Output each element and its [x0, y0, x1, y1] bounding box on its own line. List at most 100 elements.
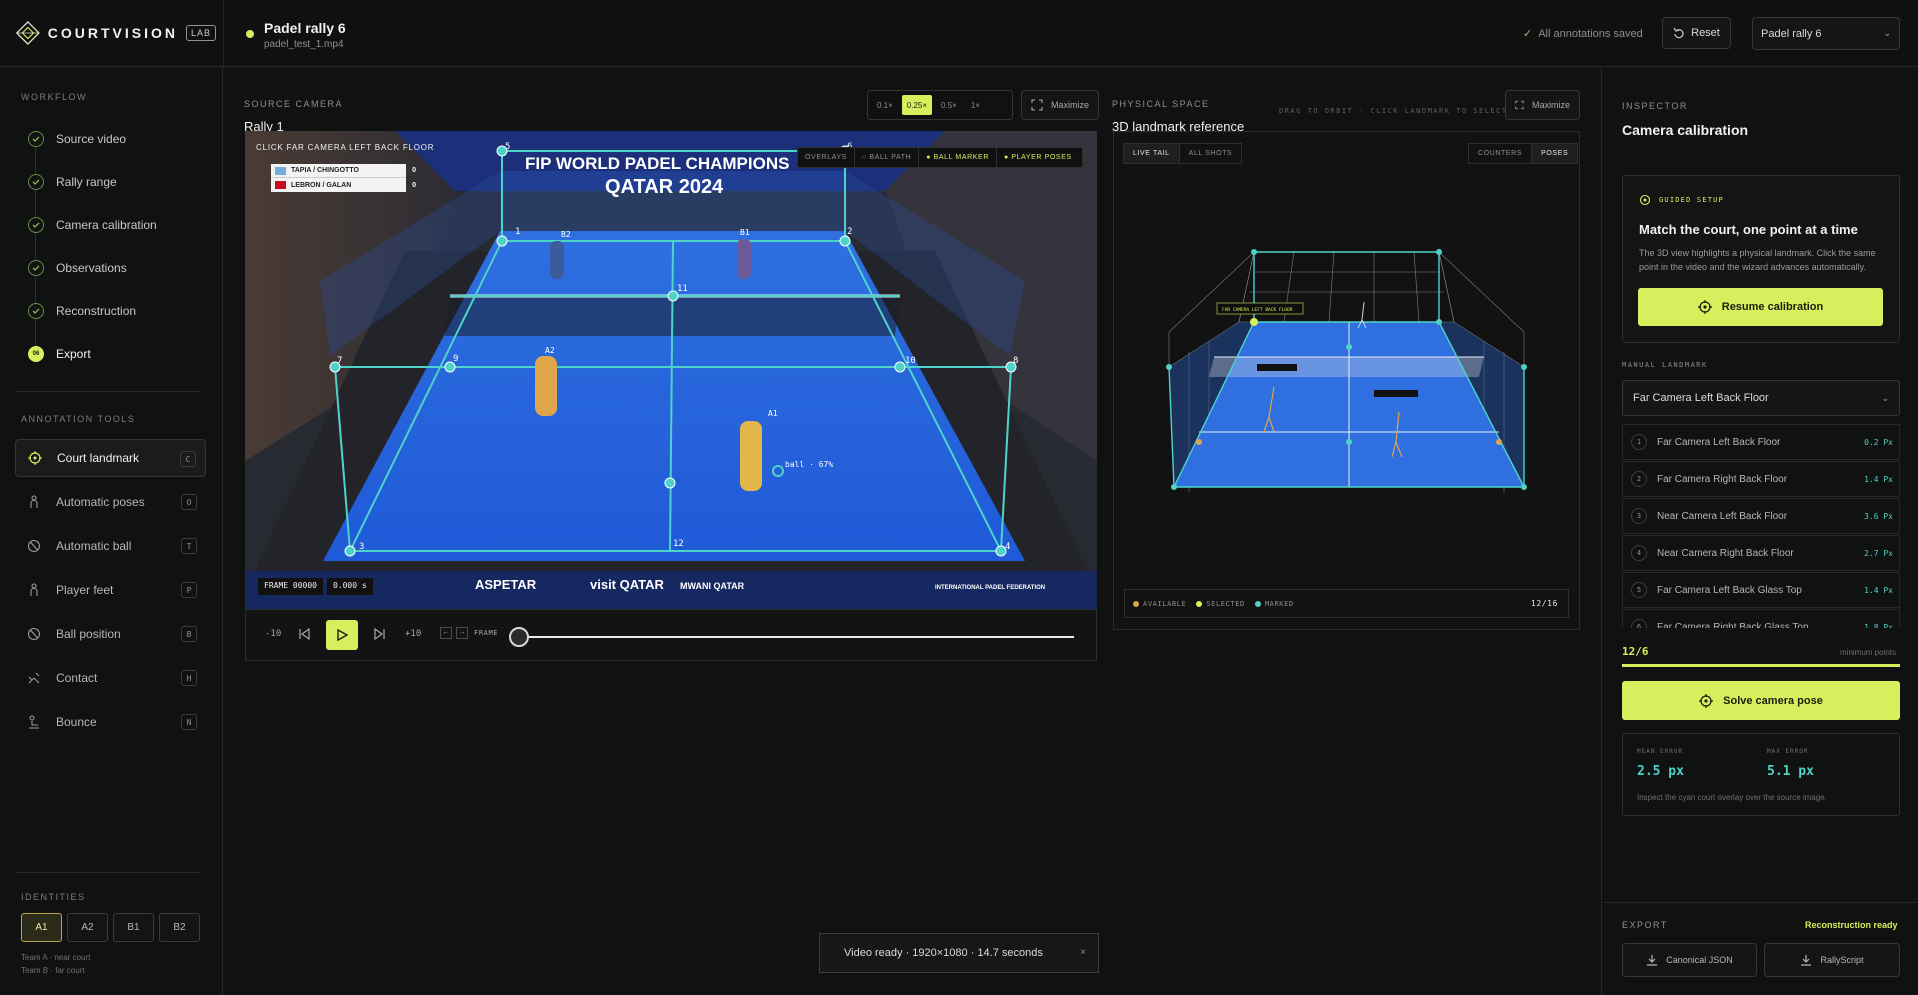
skip-back-icon[interactable]: [298, 628, 310, 640]
toggle-player-poses[interactable]: ● PLAYER POSES: [995, 148, 1079, 167]
export-label: EXPORT: [1622, 920, 1668, 930]
max-error-label: MAX ERROR: [1767, 748, 1809, 755]
workflow-item-label: Camera calibration: [56, 218, 157, 232]
frame-back-button[interactable]: ←: [440, 627, 452, 639]
landmark-item[interactable]: 4 Near Camera Right Back Floor 2.7 Px: [1622, 535, 1900, 571]
tool-ball-position[interactable]: Ball position B: [15, 615, 206, 653]
shortcut-key: B: [181, 626, 197, 642]
person-icon: [26, 494, 42, 510]
solve-camera-pose-button[interactable]: Solve camera pose: [1622, 681, 1900, 720]
workflow-label: WORKFLOW: [21, 92, 87, 102]
video-frame[interactable]: 1234 5678 9101112 A2 A1 B2 B1 ball · 67%…: [245, 131, 1097, 609]
landmark-name: Far Camera Left Back Glass Top: [1657, 584, 1802, 596]
logo: COURTVISION LAB: [16, 16, 216, 50]
banner-sub: QATAR 2024: [605, 176, 724, 198]
landmark-item[interactable]: 5 Far Camera Left Back Glass Top 1.4 Px: [1622, 572, 1900, 608]
landmark-error: 1.4 Px: [1864, 474, 1893, 484]
landmark-number: 2: [1631, 471, 1647, 487]
ad-text: ASPETAR: [475, 577, 537, 592]
guided-header: GUIDED SETUP: [1639, 194, 1724, 206]
resume-calibration-button[interactable]: Resume calibration: [1638, 288, 1883, 326]
export-rallyscript-button[interactable]: RallyScript: [1764, 943, 1900, 977]
shortcut-key: N: [181, 714, 197, 730]
player-b1: [737, 239, 751, 279]
rally-select[interactable]: Padel rally 6 ⌄: [1752, 17, 1900, 50]
svg-text:10: 10: [905, 356, 916, 366]
identity-b2[interactable]: B2: [159, 913, 200, 942]
workflow-item-export[interactable]: 06 Export: [28, 345, 91, 363]
identity-b1[interactable]: B1: [113, 913, 154, 942]
skip-forward-icon[interactable]: [374, 628, 386, 640]
svg-text:3: 3: [359, 542, 364, 552]
inspector-title: Camera calibration: [1622, 122, 1749, 138]
check-icon: [28, 260, 44, 276]
tool-automatic-poses[interactable]: Automatic poses O: [15, 483, 206, 521]
toggle-ball-marker[interactable]: ● BALL MARKER: [918, 148, 996, 167]
tool-player-feet[interactable]: Player feet P: [15, 571, 206, 609]
tool-contact[interactable]: Contact H: [15, 659, 206, 697]
timeline-knob[interactable]: [509, 627, 529, 647]
tool-bounce[interactable]: Bounce N: [15, 703, 206, 741]
timeline-track[interactable]: [516, 636, 1074, 638]
identity-a2[interactable]: A2: [67, 913, 108, 942]
play-button[interactable]: [326, 620, 358, 650]
inspector-label: INSPECTOR: [1622, 101, 1688, 111]
tab-all-shots[interactable]: ALL SHOTS: [1180, 144, 1242, 163]
workflow-item-reconstruction[interactable]: Reconstruction: [28, 302, 136, 320]
tab-live-tail[interactable]: LIVE TAIL: [1124, 144, 1180, 163]
tool-label: Automatic poses: [56, 495, 145, 509]
speed-1[interactable]: 1×: [966, 95, 985, 115]
guided-label: GUIDED SETUP: [1659, 196, 1724, 204]
points-progress: [1622, 664, 1900, 667]
speed-0-5[interactable]: 0.5×: [936, 95, 962, 115]
physical-viewport[interactable]: FAR CAMERA LEFT BACK FLOOR LIVE TAIL ALL…: [1113, 131, 1580, 630]
identity-a1[interactable]: A1: [21, 913, 62, 942]
back-10-button[interactable]: -10: [265, 629, 281, 639]
export-label: RallyScript: [1820, 955, 1864, 965]
tool-court-landmark[interactable]: Court landmark C: [15, 439, 206, 477]
speed-0-25[interactable]: 0.25×: [901, 95, 933, 115]
close-icon[interactable]: ×: [1080, 947, 1086, 958]
maximize-source-button[interactable]: Maximize: [1021, 90, 1100, 120]
workflow-item-source-video[interactable]: Source video: [28, 130, 126, 148]
landmark-select[interactable]: Far Camera Left Back Floor ⌄: [1622, 380, 1900, 416]
export-canonical-json-button[interactable]: Canonical JSON: [1622, 943, 1757, 977]
flag-icon: [275, 181, 286, 189]
landmark-name: Near Camera Right Back Floor: [1657, 547, 1794, 559]
speed-0-1[interactable]: 0.1×: [872, 95, 898, 115]
forward-10-button[interactable]: +10: [405, 629, 421, 639]
label-b2: B2: [561, 230, 571, 239]
workflow-item-observations[interactable]: Observations: [28, 259, 127, 277]
landmark-item[interactable]: 1 Far Camera Left Back Floor 0.2 Px: [1622, 424, 1900, 460]
divider: [1602, 902, 1918, 903]
toggle-ball-path[interactable]: ○ BALL PATH: [854, 148, 918, 167]
legend-available: AVAILABLE: [1133, 600, 1186, 608]
landmark-item[interactable]: 6 Far Camera Right Back Glass Top 1.8 Px: [1622, 609, 1900, 628]
reset-button[interactable]: Reset: [1662, 17, 1731, 49]
export-status: Reconstruction ready: [1805, 920, 1898, 930]
landmark-error: 2.7 Px: [1864, 548, 1893, 558]
tab-counters[interactable]: COUNTERS: [1469, 144, 1533, 163]
workflow-item-label: Export: [56, 347, 91, 361]
tab-poses[interactable]: POSES: [1532, 144, 1578, 163]
workflow-item-rally-range[interactable]: Rally range: [28, 173, 117, 191]
team-note: Team A · near court: [21, 953, 91, 962]
landmark-error: 3.6 Px: [1864, 511, 1893, 521]
legend-label: SELECTED: [1206, 599, 1245, 608]
overlay-toggles: OVERLAYS ○ BALL PATH ● BALL MARKER ● PLA…: [797, 147, 1083, 168]
maximize-icon: [1515, 100, 1524, 110]
tool-label: Contact: [56, 671, 98, 685]
maximize-physical-button[interactable]: Maximize: [1505, 90, 1580, 120]
frame-forward-button[interactable]: →: [456, 627, 468, 639]
workflow-item-label: Observations: [56, 261, 127, 275]
label-a1: A1: [768, 409, 778, 418]
landmark-number: 3: [1631, 508, 1647, 524]
landmark-item[interactable]: 2 Far Camera Right Back Floor 1.4 Px: [1622, 461, 1900, 497]
step-badge: 06: [28, 346, 44, 362]
divider: [223, 0, 224, 67]
landmark-item[interactable]: 3 Near Camera Left Back Floor 3.6 Px: [1622, 498, 1900, 534]
tool-automatic-ball[interactable]: Automatic ball T: [15, 527, 206, 565]
max-error-value: 5.1 px: [1767, 764, 1814, 779]
workflow-item-camera-calibration[interactable]: Camera calibration: [28, 216, 157, 234]
tool-label: Ball position: [56, 627, 121, 641]
